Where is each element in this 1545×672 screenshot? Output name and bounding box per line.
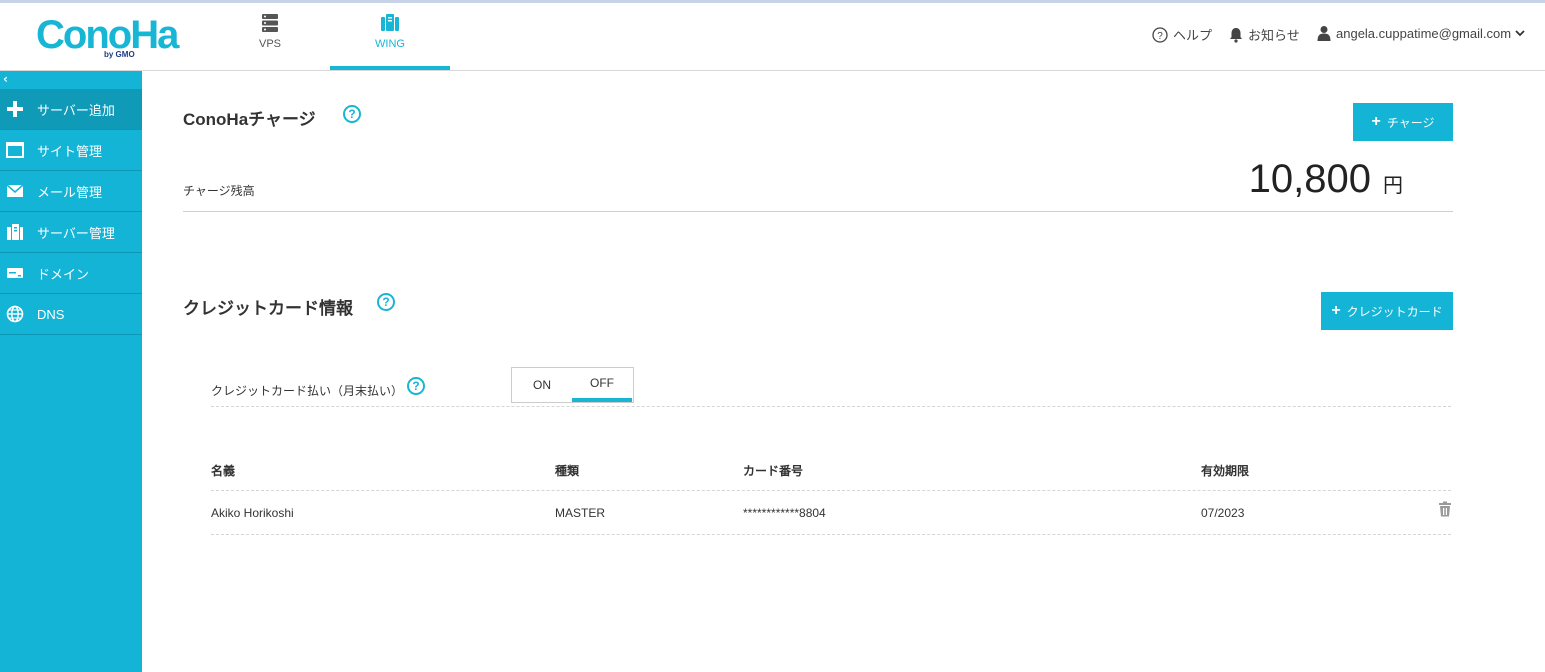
plus-icon: + bbox=[1331, 302, 1341, 319]
mail-icon bbox=[5, 181, 25, 201]
nav-tab-wing[interactable]: WING bbox=[330, 3, 450, 70]
toggle-on[interactable]: ON bbox=[512, 368, 572, 402]
card-type: MASTER bbox=[555, 506, 606, 520]
sidebar-item-label: サーバー管理 bbox=[37, 225, 115, 241]
charge-button[interactable]: + チャージ bbox=[1353, 103, 1453, 141]
charge-button-label: チャージ bbox=[1386, 115, 1435, 130]
question-circle-icon: ? bbox=[1152, 26, 1168, 43]
card-holder-name: Akiko Horikoshi bbox=[211, 506, 294, 520]
sidebar-item-label: DNS bbox=[37, 306, 65, 322]
sidebar-item-label: メール管理 bbox=[37, 184, 103, 200]
credit-payment-toggle: ON OFF bbox=[511, 367, 634, 403]
nav-tab-wing-label: WING bbox=[375, 38, 405, 50]
notice-label: お知らせ bbox=[1248, 28, 1300, 43]
table-header-name: 名義 bbox=[211, 464, 236, 478]
add-credit-card-button[interactable]: + クレジットカード bbox=[1321, 292, 1453, 330]
top-header: ConoHa by GMO VPS WING ? ヘルプ お知らせ angela… bbox=[0, 3, 1545, 71]
sidebar-item-server-manage[interactable]: サーバー管理 bbox=[0, 212, 142, 253]
server-manage-icon bbox=[5, 222, 25, 242]
add-credit-card-label: クレジットカード bbox=[1346, 304, 1443, 319]
user-icon bbox=[1317, 26, 1331, 41]
table-header-type: 種類 bbox=[555, 464, 580, 478]
divider bbox=[183, 211, 1453, 212]
toggle-off[interactable]: OFF bbox=[572, 368, 632, 402]
logo-sub: by GMO bbox=[104, 50, 135, 59]
wing-server-icon bbox=[381, 14, 399, 31]
chevron-down-icon bbox=[1515, 30, 1525, 37]
credit-section-title: クレジットカード情報 bbox=[183, 299, 353, 318]
table-header-expiry: 有効期限 bbox=[1201, 464, 1250, 478]
server-icon bbox=[262, 14, 278, 32]
sidebar-item-server-add[interactable]: サーバー追加 bbox=[0, 89, 142, 130]
credit-help-icon[interactable]: ? bbox=[377, 293, 395, 311]
account-menu[interactable]: angela.cuppatime@gmail.com bbox=[1317, 25, 1531, 41]
notice-link[interactable]: お知らせ bbox=[1229, 25, 1300, 44]
sidebar-item-domain[interactable]: ドメイン bbox=[0, 253, 142, 294]
sidebar-item-site-manage[interactable]: サイト管理 bbox=[0, 130, 142, 171]
charge-balance-value: 10,800 bbox=[1248, 157, 1371, 201]
conoha-logo[interactable]: ConoHa by GMO bbox=[36, 13, 179, 61]
window-icon bbox=[5, 140, 25, 160]
table-header-number: カード番号 bbox=[743, 464, 804, 478]
credit-payment-help-icon[interactable]: ? bbox=[407, 377, 425, 395]
card-number: ************8804 bbox=[743, 506, 826, 520]
divider bbox=[211, 490, 1451, 491]
globe-icon bbox=[5, 304, 25, 324]
svg-text:?: ? bbox=[1157, 31, 1163, 42]
logo-text: ConoHa bbox=[36, 13, 179, 57]
trash-icon[interactable] bbox=[1438, 501, 1452, 517]
domain-icon bbox=[5, 263, 25, 283]
plus-icon: + bbox=[1371, 113, 1381, 130]
sidebar-item-dns[interactable]: DNS bbox=[0, 294, 142, 335]
sidebar-item-label: サーバー追加 bbox=[37, 102, 115, 118]
divider bbox=[211, 406, 1451, 407]
sidebar-collapse-toggle[interactable]: ‹ bbox=[3, 71, 8, 87]
plus-icon bbox=[5, 99, 25, 119]
help-label: ヘルプ bbox=[1173, 28, 1213, 43]
main-content: ConoHaチャージ ? + チャージ チャージ残高 10,800 円 クレジッ… bbox=[142, 71, 1545, 672]
credit-payment-label: クレジットカード払い（月末払い） bbox=[211, 384, 404, 398]
nav-tab-vps-label: VPS bbox=[258, 38, 281, 50]
help-link[interactable]: ? ヘルプ bbox=[1152, 25, 1212, 44]
nav-tab-vps[interactable]: VPS bbox=[230, 3, 310, 70]
sidebar: ‹ サーバー追加 サイト管理 メール管理 サーバー管理 ドメイン DNS bbox=[0, 71, 142, 672]
divider bbox=[211, 534, 1451, 535]
charge-section-title: ConoHaチャージ bbox=[183, 110, 316, 129]
sidebar-item-label: ドメイン bbox=[37, 266, 90, 282]
charge-balance-unit: 円 bbox=[1383, 173, 1403, 197]
sidebar-item-label: サイト管理 bbox=[37, 143, 103, 159]
charge-balance: 10,800 円 bbox=[1249, 157, 1403, 202]
card-expiry: 07/2023 bbox=[1201, 506, 1245, 520]
account-email: angela.cuppatime@gmail.com bbox=[1336, 25, 1512, 41]
bell-icon bbox=[1230, 27, 1242, 43]
charge-help-icon[interactable]: ? bbox=[343, 105, 361, 123]
charge-balance-label: チャージ残高 bbox=[183, 184, 255, 198]
sidebar-item-mail-manage[interactable]: メール管理 bbox=[0, 171, 142, 212]
